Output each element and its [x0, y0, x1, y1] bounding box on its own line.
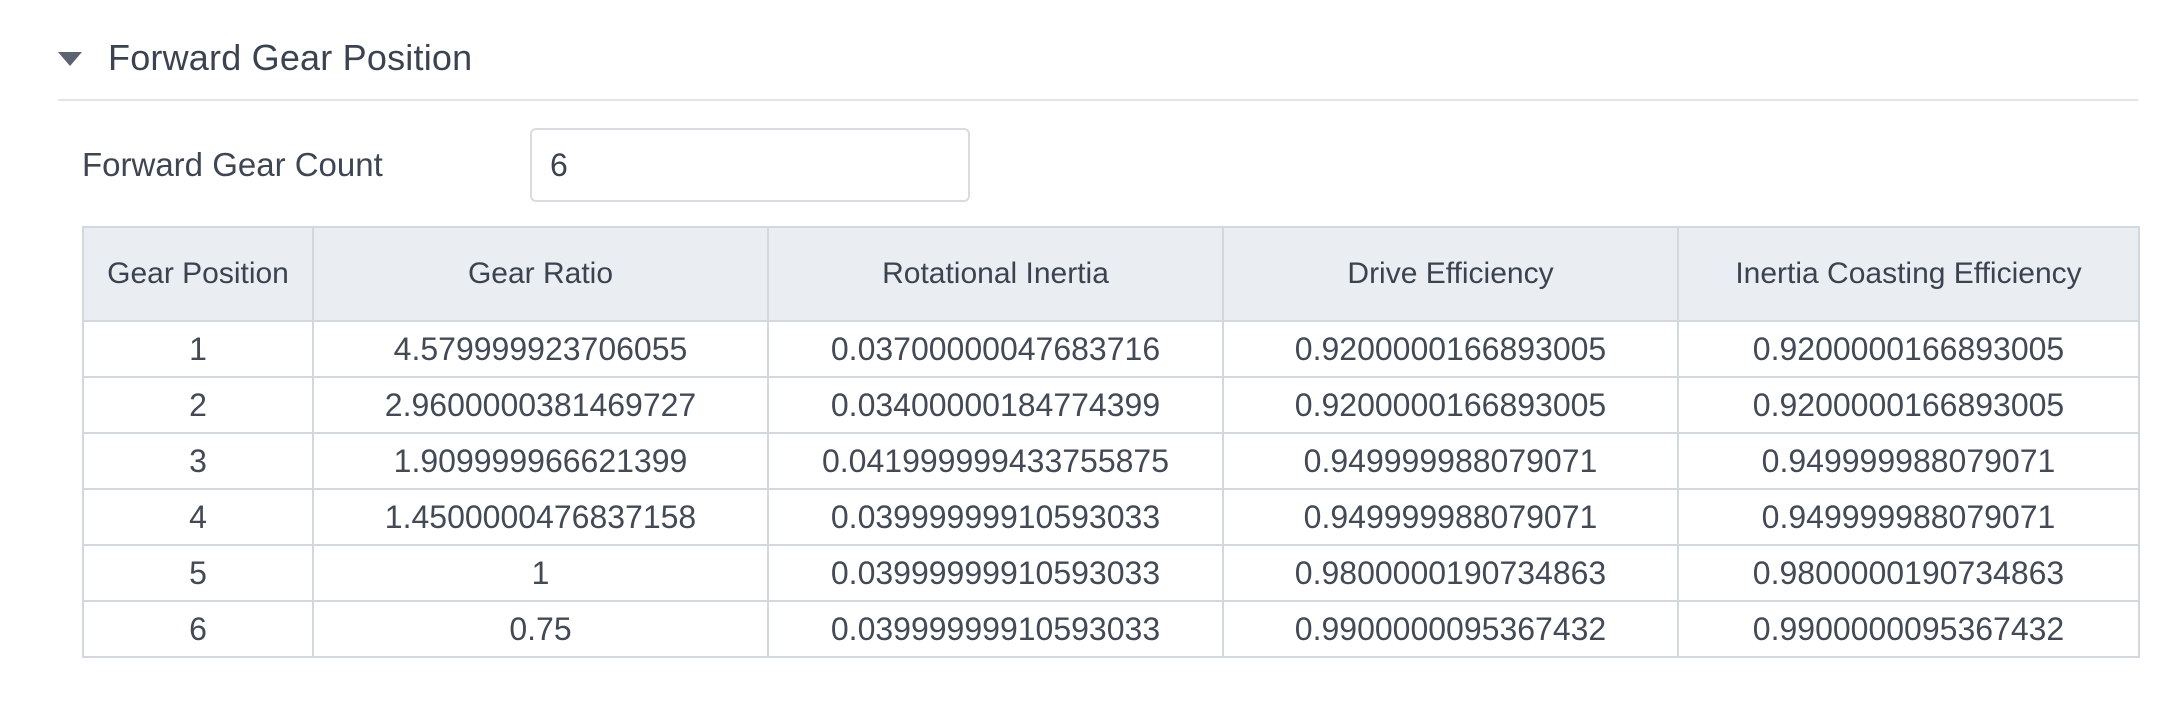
- cell-rotational-inertia[interactable]: 0.03999999910593033: [767, 544, 1224, 602]
- table-row: 3 1.909999966621399 0.041999999433755875…: [82, 432, 2140, 490]
- section-header-forward-gear-position[interactable]: Forward Gear Position: [58, 28, 472, 88]
- header-gear-position: Gear Position: [82, 226, 314, 322]
- cell-inertia-coasting-efficiency[interactable]: 0.9200000166893005: [1677, 376, 2140, 434]
- header-rotational-inertia: Rotational Inertia: [767, 226, 1224, 322]
- section-title: Forward Gear Position: [108, 37, 473, 78]
- cell-rotational-inertia[interactable]: 0.03400000184774399: [767, 376, 1224, 434]
- cell-gear-position[interactable]: 6: [82, 600, 314, 658]
- table-header-row: Gear Position Gear Ratio Rotational Iner…: [82, 226, 2140, 322]
- cell-gear-position[interactable]: 2: [82, 376, 314, 434]
- cell-rotational-inertia[interactable]: 0.03999999910593033: [767, 600, 1224, 658]
- table-row: 6 0.75 0.03999999910593033 0.99000000953…: [82, 600, 2140, 658]
- table-row: 1 4.579999923706055 0.03700000047683716 …: [82, 320, 2140, 378]
- cell-drive-efficiency[interactable]: 0.949999988079071: [1222, 488, 1679, 546]
- header-gear-ratio: Gear Ratio: [312, 226, 769, 322]
- cell-gear-ratio[interactable]: 1.4500000476837158: [312, 488, 769, 546]
- cell-rotational-inertia[interactable]: 0.03700000047683716: [767, 320, 1224, 378]
- cell-gear-ratio[interactable]: 1: [312, 544, 769, 602]
- cell-drive-efficiency[interactable]: 0.9200000166893005: [1222, 376, 1679, 434]
- table-row: 4 1.4500000476837158 0.03999999910593033…: [82, 488, 2140, 546]
- cell-gear-position[interactable]: 3: [82, 432, 314, 490]
- forward-gear-count-input[interactable]: [530, 128, 970, 202]
- table-row: 2 2.9600000381469727 0.03400000184774399…: [82, 376, 2140, 434]
- forward-gear-count-label: Forward Gear Count: [82, 146, 383, 183]
- cell-gear-position[interactable]: 1: [82, 320, 314, 378]
- cell-gear-ratio[interactable]: 1.909999966621399: [312, 432, 769, 490]
- cell-drive-efficiency[interactable]: 0.9200000166893005: [1222, 320, 1679, 378]
- gear-table: Gear Position Gear Ratio Rotational Iner…: [82, 226, 2140, 658]
- section-divider: [58, 99, 2138, 101]
- cell-gear-ratio[interactable]: 0.75: [312, 600, 769, 658]
- cell-inertia-coasting-efficiency[interactable]: 0.9900000095367432: [1677, 600, 2140, 658]
- header-inertia-coasting-efficiency: Inertia Coasting Efficiency: [1677, 226, 2140, 322]
- cell-inertia-coasting-efficiency[interactable]: 0.949999988079071: [1677, 432, 2140, 490]
- cell-drive-efficiency[interactable]: 0.9900000095367432: [1222, 600, 1679, 658]
- cell-inertia-coasting-efficiency[interactable]: 0.949999988079071: [1677, 488, 2140, 546]
- cell-drive-efficiency[interactable]: 0.949999988079071: [1222, 432, 1679, 490]
- caret-down-icon[interactable]: [58, 52, 82, 66]
- cell-gear-ratio[interactable]: 2.9600000381469727: [312, 376, 769, 434]
- table-row: 5 1 0.03999999910593033 0.98000001907348…: [82, 544, 2140, 602]
- cell-rotational-inertia[interactable]: 0.041999999433755875: [767, 432, 1224, 490]
- header-drive-efficiency: Drive Efficiency: [1222, 226, 1679, 322]
- cell-gear-position[interactable]: 5: [82, 544, 314, 602]
- cell-gear-ratio[interactable]: 4.579999923706055: [312, 320, 769, 378]
- cell-inertia-coasting-efficiency[interactable]: 0.9800000190734863: [1677, 544, 2140, 602]
- cell-drive-efficiency[interactable]: 0.9800000190734863: [1222, 544, 1679, 602]
- cell-gear-position[interactable]: 4: [82, 488, 314, 546]
- cell-rotational-inertia[interactable]: 0.03999999910593033: [767, 488, 1224, 546]
- cell-inertia-coasting-efficiency[interactable]: 0.9200000166893005: [1677, 320, 2140, 378]
